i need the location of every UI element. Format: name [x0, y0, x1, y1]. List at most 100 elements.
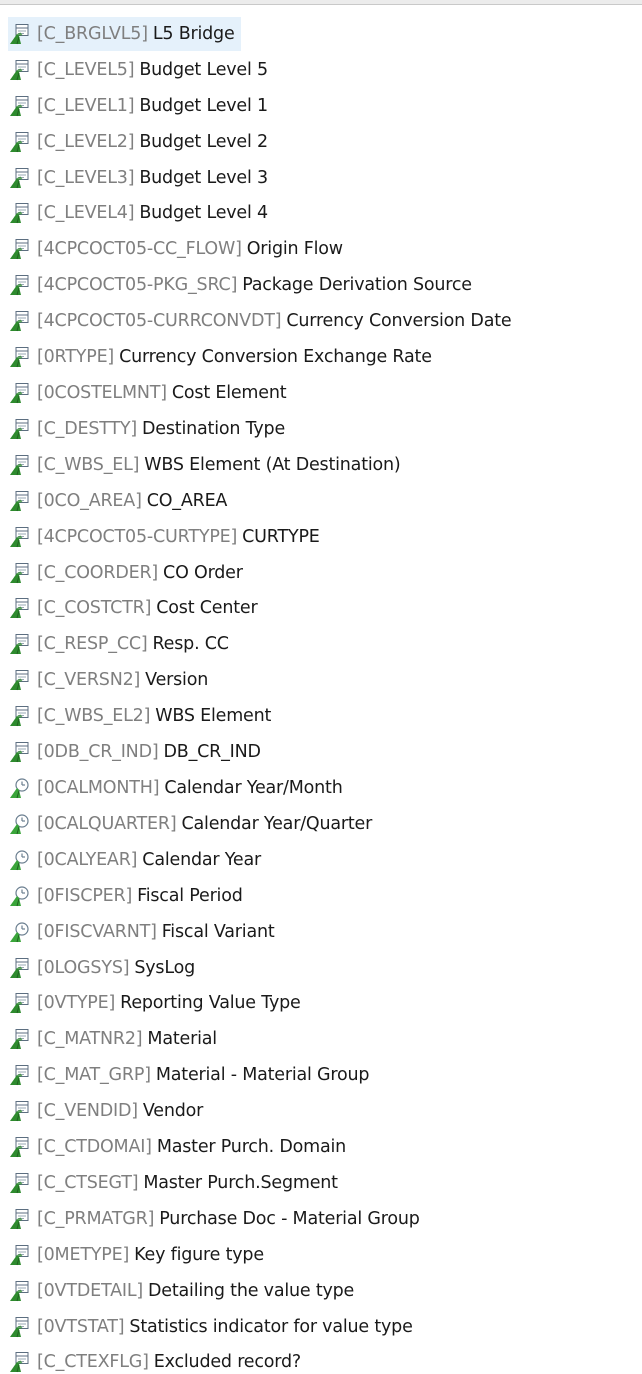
tree-item-node[interactable]: [C_BRGLVL5] L5 Bridge	[8, 16, 241, 51]
tree-item-node[interactable]: [4CPCOCT05-PKG_SRC] Package Derivation S…	[8, 268, 478, 302]
tree-item-23[interactable]: [0CALYEAR] Calendar Year	[0, 842, 642, 878]
tree-item-15[interactable]: [C_COORDER] CO Order	[0, 555, 642, 591]
tree-item-node[interactable]: [0CO_AREA] CO_AREA	[8, 484, 233, 518]
description: Fiscal Variant	[161, 921, 275, 942]
tree-item-32[interactable]: [C_CTSEGT] Master Purch.Segment	[0, 1165, 642, 1201]
technical-name: [C_COORDER]	[37, 562, 159, 583]
tree-item-node[interactable]: [C_LEVEL3] Budget Level 3	[8, 161, 274, 195]
characteristic-icon	[8, 202, 30, 224]
technical-name: [0VTDETAIL]	[37, 1280, 143, 1301]
tree-item-node[interactable]: [4CPCOCT05-CURRCONVDT] Currency Conversi…	[8, 304, 517, 338]
tree-item-node[interactable]: [C_COORDER] CO Order	[8, 556, 249, 590]
description: Destination Type	[142, 418, 286, 439]
tree-item-node[interactable]: [C_WBS_EL] WBS Element (At Destination)	[8, 448, 407, 482]
tree-item-node[interactable]: [C_CTDOMAI] Master Purch. Domain	[8, 1130, 352, 1164]
tree-item-30[interactable]: [C_VENDID] Vendor	[0, 1093, 642, 1129]
tree-item-7[interactable]: [4CPCOCT05-PKG_SRC] Package Derivation S…	[0, 267, 642, 303]
tree-item-node[interactable]: [C_VERSN2] Version	[8, 663, 214, 697]
tree-item-27[interactable]: [0VTYPE] Reporting Value Type	[0, 985, 642, 1021]
tree-item-node[interactable]: [0LOGSYS] SysLog	[8, 951, 201, 985]
tree-item-14[interactable]: [4CPCOCT05-CURTYPE] CURTYPE	[0, 519, 642, 555]
tree-item-5[interactable]: [C_LEVEL4] Budget Level 4	[0, 196, 642, 232]
tree-item-node[interactable]: [C_CTSEGT] Master Purch.Segment	[8, 1166, 344, 1200]
characteristic-icon	[8, 1064, 30, 1086]
tree-item-node[interactable]: [C_WBS_EL2] WBS Element	[8, 699, 277, 733]
technical-name: [C_VERSN2]	[37, 670, 141, 691]
tree-item-node[interactable]: [C_MAT_GRP] Material - Material Group	[8, 1058, 375, 1092]
tree-item-node[interactable]: [4CPCOCT05-CC_FLOW] Origin Flow	[8, 232, 349, 266]
tree-item-35[interactable]: [0VTDETAIL] Detailing the value type	[0, 1273, 642, 1309]
tree-item-37[interactable]: [C_CTEXFLG] Excluded record?	[0, 1345, 642, 1374]
description: DB_CR_IND	[163, 742, 261, 763]
description: Master Purch.Segment	[143, 1172, 338, 1193]
tree-item-20[interactable]: [0DB_CR_IND] DB_CR_IND	[0, 734, 642, 770]
tree-item-node[interactable]: [C_LEVEL5] Budget Level 5	[8, 53, 274, 87]
tree-item-18[interactable]: [C_VERSN2] Version	[0, 662, 642, 698]
tree-item-node[interactable]: [C_RESP_CC] Resp. CC	[8, 627, 235, 661]
tree-item-node[interactable]: [C_LEVEL1] Budget Level 1	[8, 89, 274, 123]
tree-item-node[interactable]: [0DB_CR_IND] DB_CR_IND	[8, 735, 267, 769]
tree-item-node[interactable]: [C_COSTCTR] Cost Center	[8, 591, 263, 625]
tree-item-33[interactable]: [C_PRMATGR] Purchase Doc - Material Grou…	[0, 1201, 642, 1237]
tree-item-21[interactable]: [0CALMONTH] Calendar Year/Month	[0, 770, 642, 806]
tree-item-26[interactable]: [0LOGSYS] SysLog	[0, 950, 642, 986]
tree-item-node[interactable]: [C_LEVEL2] Budget Level 2	[8, 125, 274, 159]
tree-item-node[interactable]: [C_CTEXFLG] Excluded record?	[8, 1345, 307, 1374]
tree-item-node[interactable]: [0VTSTAT] Statistics indicator for value…	[8, 1310, 419, 1344]
tree-item-node[interactable]: [C_LEVEL4] Budget Level 4	[8, 196, 274, 230]
description: Detailing the value type	[148, 1280, 355, 1301]
tree-item-3[interactable]: [C_LEVEL2] Budget Level 2	[0, 124, 642, 160]
tree-item-31[interactable]: [C_CTDOMAI] Master Purch. Domain	[0, 1129, 642, 1165]
tree-item-25[interactable]: [0FISCVARNT] Fiscal Variant	[0, 914, 642, 950]
technical-name: [C_CTDOMAI]	[37, 1137, 152, 1158]
tree-item-24[interactable]: [0FISCPER] Fiscal Period	[0, 878, 642, 914]
tree-item-node[interactable]: [C_VENDID] Vendor	[8, 1094, 209, 1128]
characteristic-icon	[8, 95, 30, 117]
tree-item-22[interactable]: [0CALQUARTER] Calendar Year/Quarter	[0, 806, 642, 842]
tree-item-9[interactable]: [0RTYPE] Currency Conversion Exchange Ra…	[0, 339, 642, 375]
tree-item-2[interactable]: [C_LEVEL1] Budget Level 1	[0, 88, 642, 124]
tree-item-28[interactable]: [C_MATNR2] Material	[0, 1021, 642, 1057]
tree-item-node[interactable]: [0COSTELMNT] Cost Element	[8, 376, 292, 410]
technical-name: [0RTYPE]	[37, 347, 115, 368]
tree-item-29[interactable]: [C_MAT_GRP] Material - Material Group	[0, 1057, 642, 1093]
tree-item-34[interactable]: [0METYPE] Key figure type	[0, 1237, 642, 1273]
tree-item-node[interactable]: [0VTDETAIL] Detailing the value type	[8, 1274, 360, 1308]
tree-item-11[interactable]: [C_DESTTY] Destination Type	[0, 411, 642, 447]
tree-item-node[interactable]: [4CPCOCT05-CURTYPE] CURTYPE	[8, 520, 326, 554]
tree-item-19[interactable]: [C_WBS_EL2] WBS Element	[0, 698, 642, 734]
tree-item-node[interactable]: [C_PRMATGR] Purchase Doc - Material Grou…	[8, 1202, 426, 1236]
tree-item-12[interactable]: [C_WBS_EL] WBS Element (At Destination)	[0, 447, 642, 483]
characteristic-icon	[8, 382, 30, 404]
tree-item-node[interactable]: [0FISCPER] Fiscal Period	[8, 879, 249, 913]
tree-item-node[interactable]: [0RTYPE] Currency Conversion Exchange Ra…	[8, 340, 438, 374]
tree-item-16[interactable]: [C_COSTCTR] Cost Center	[0, 591, 642, 627]
technical-name: [0LOGSYS]	[37, 957, 130, 978]
tree-item-8[interactable]: [4CPCOCT05-CURRCONVDT] Currency Conversi…	[0, 303, 642, 339]
technical-name: [C_LEVEL3]	[37, 167, 135, 188]
tree-item-10[interactable]: [0COSTELMNT] Cost Element	[0, 375, 642, 411]
tree-item-node[interactable]: [0CALQUARTER] Calendar Year/Quarter	[8, 807, 378, 841]
tree-item-13[interactable]: [0CO_AREA] CO_AREA	[0, 483, 642, 519]
tree-item-4[interactable]: [C_LEVEL3] Budget Level 3	[0, 160, 642, 196]
characteristic-icon	[8, 346, 30, 368]
characteristics-list: [C_BRGLVL5] L5 Bridge [C_LEVEL5] Budget …	[0, 16, 642, 1374]
description: Cost Element	[171, 383, 287, 404]
tree-item-node[interactable]: [0CALYEAR] Calendar Year	[8, 843, 267, 877]
tree-item-6[interactable]: [4CPCOCT05-CC_FLOW] Origin Flow	[0, 231, 642, 267]
tree-item-1[interactable]: [C_LEVEL5] Budget Level 5	[0, 52, 642, 88]
description: Statistics indicator for value type	[129, 1316, 413, 1337]
tree-item-node[interactable]: [0VTYPE] Reporting Value Type	[8, 986, 307, 1020]
technical-name: [0DB_CR_IND]	[37, 742, 159, 763]
description: L5 Bridge	[152, 23, 235, 44]
tree-item-36[interactable]: [0VTSTAT] Statistics indicator for value…	[0, 1309, 642, 1345]
tree-item-node[interactable]: [0METYPE] Key figure type	[8, 1238, 270, 1272]
description: Purchase Doc - Material Group	[159, 1208, 420, 1229]
description: Calendar Year/Month	[164, 777, 343, 798]
tree-item-17[interactable]: [C_RESP_CC] Resp. CC	[0, 626, 642, 662]
tree-item-node[interactable]: [0CALMONTH] Calendar Year/Month	[8, 771, 349, 805]
tree-item-node[interactable]: [C_DESTTY] Destination Type	[8, 412, 291, 446]
tree-item-0[interactable]: [C_BRGLVL5] L5 Bridge	[0, 16, 642, 52]
tree-item-node[interactable]: [0FISCVARNT] Fiscal Variant	[8, 915, 281, 949]
tree-item-node[interactable]: [C_MATNR2] Material	[8, 1022, 223, 1056]
